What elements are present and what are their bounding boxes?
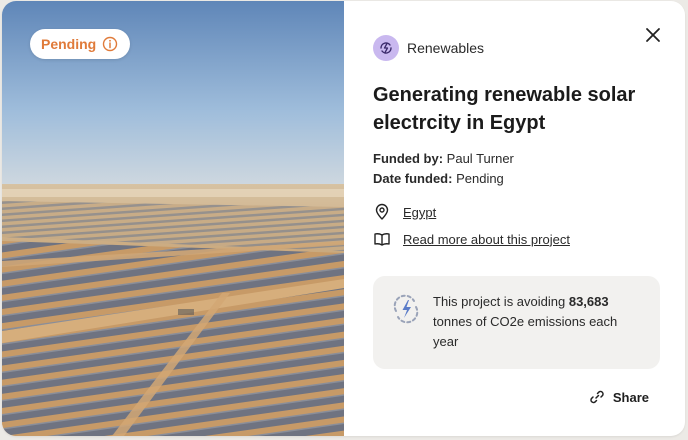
renewables-icon — [373, 35, 399, 61]
project-card: Pending Renewables Generating renewable … — [2, 1, 685, 436]
category-tag: Renewables — [373, 35, 484, 61]
impact-text: This project is avoiding 83,683 tonnes o… — [433, 292, 643, 352]
close-icon — [646, 28, 660, 42]
impact-text-after: tonnes of CO2e emissions each year — [433, 314, 618, 349]
impact-text-before: This project is avoiding — [433, 294, 569, 309]
impact-amount: 83,683 — [568, 294, 609, 309]
status-badge[interactable]: Pending — [30, 29, 131, 59]
link-icon — [590, 390, 604, 404]
read-more-link[interactable]: Read more about this project — [403, 232, 570, 247]
project-title: Generating renewable solar electrcity in… — [373, 84, 636, 134]
impact-panel: This project is avoiding 83,683 tonnes o… — [373, 276, 660, 369]
funded-by-value: Paul Turner — [446, 151, 514, 166]
project-photo: Pending — [2, 1, 344, 436]
funded-by-label: Funded by: — [373, 151, 444, 166]
map-pin-icon — [375, 203, 389, 220]
date-funded-label: Date funded: — [373, 171, 453, 186]
date-funded-row: Date funded: Pending — [373, 169, 514, 189]
status-label: Pending — [41, 36, 97, 52]
info-icon[interactable] — [102, 36, 118, 52]
share-button[interactable]: Share — [589, 389, 649, 405]
funding-info: Funded by: Paul Turner Date funded: Pend… — [373, 149, 514, 189]
lightning-recycle-icon — [393, 294, 419, 324]
location-row: Egypt — [373, 203, 436, 221]
project-details: Renewables Generating renewable solar el… — [344, 1, 685, 436]
category-label: Renewables — [407, 40, 485, 56]
solar-farm-image — [2, 1, 344, 436]
read-more-row: Read more about this project — [373, 230, 570, 248]
close-button[interactable] — [641, 23, 665, 47]
share-label: Share — [612, 389, 649, 405]
funded-by-row: Funded by: Paul Turner — [373, 149, 514, 169]
location-link[interactable]: Egypt — [403, 205, 436, 220]
date-funded-value: Pending — [456, 171, 504, 186]
book-icon — [374, 233, 390, 246]
